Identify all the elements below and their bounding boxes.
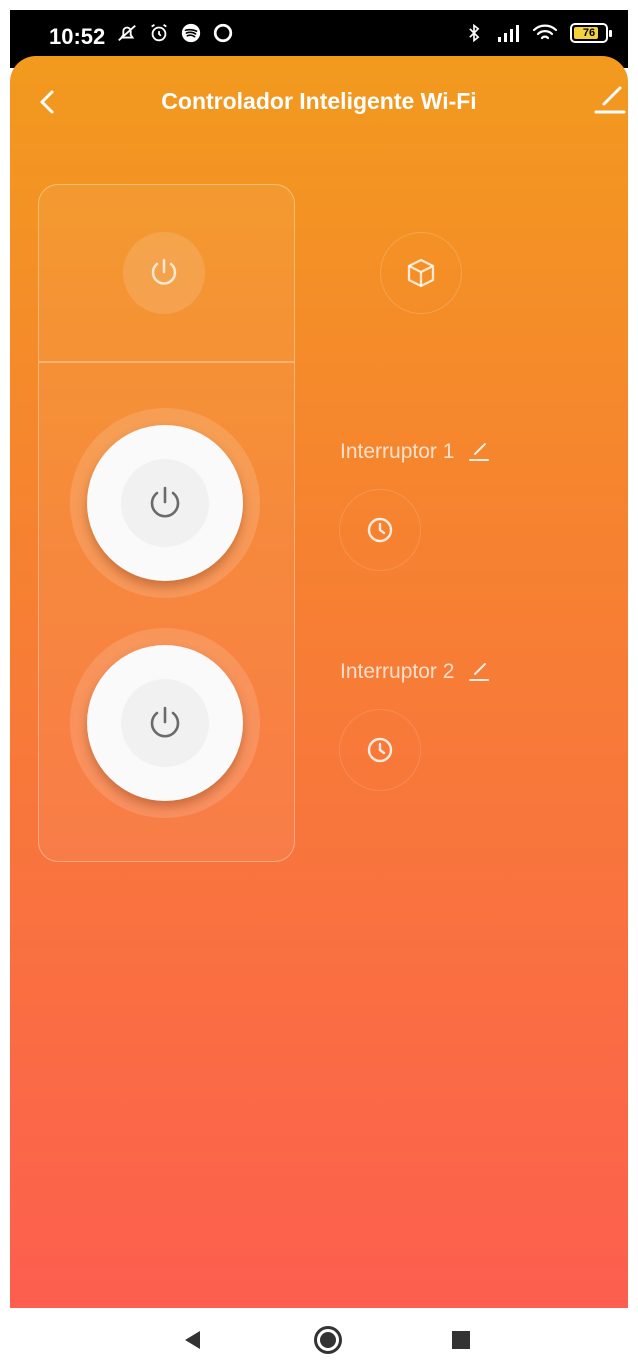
status-right-icons: 76 bbox=[464, 22, 612, 44]
status-time: 10:52 bbox=[49, 24, 106, 49]
home-circle-icon[interactable] bbox=[314, 1326, 342, 1354]
bluetooth-icon bbox=[469, 23, 480, 43]
switch-2-label: Interruptor 2 bbox=[340, 660, 455, 683]
battery-icon: 76 bbox=[570, 23, 612, 43]
scene-button[interactable] bbox=[380, 232, 462, 314]
signal-icon bbox=[498, 25, 519, 42]
back-triangle-icon[interactable] bbox=[185, 1331, 200, 1349]
switch-1-timer-button[interactable] bbox=[339, 489, 421, 571]
power-icon bbox=[150, 706, 180, 738]
notifications-off-icon bbox=[118, 24, 136, 42]
clock-icon bbox=[367, 517, 393, 543]
clock-icon bbox=[367, 737, 393, 763]
switch-1-label: Interruptor 1 bbox=[340, 440, 455, 463]
status-left-icons bbox=[116, 22, 234, 44]
switch-2-label-row: Interruptor 2 bbox=[340, 660, 490, 684]
battery-level: 76 bbox=[582, 27, 596, 39]
alarm-icon bbox=[151, 23, 167, 42]
cube-icon bbox=[407, 258, 435, 288]
switch-2-timer-button[interactable] bbox=[339, 709, 421, 791]
switch-1-power-button[interactable] bbox=[87, 425, 243, 581]
switch-1-label-row: Interruptor 1 bbox=[340, 440, 490, 464]
switch-2-power-button[interactable] bbox=[87, 645, 243, 801]
switch-2-ring bbox=[70, 628, 260, 818]
page-title: Controlador Inteligente Wi-Fi bbox=[161, 88, 477, 114]
system-nav-bar bbox=[0, 1308, 638, 1363]
app-screen: Controlador Inteligente Wi-Fi Interrupto… bbox=[10, 56, 628, 1308]
pencil-icon[interactable] bbox=[468, 441, 490, 463]
pencil-icon[interactable] bbox=[468, 661, 490, 683]
all-power-button[interactable] bbox=[123, 232, 205, 314]
spotify-icon bbox=[181, 23, 201, 43]
power-icon bbox=[150, 486, 180, 518]
circle-app-icon bbox=[213, 23, 233, 43]
power-icon bbox=[151, 258, 177, 285]
wifi-icon bbox=[532, 24, 558, 40]
recents-square-icon[interactable] bbox=[452, 1331, 470, 1349]
edit-device-button[interactable] bbox=[592, 82, 628, 118]
panel-divider bbox=[39, 361, 294, 363]
header: Controlador Inteligente Wi-Fi bbox=[10, 56, 628, 148]
pencil-icon bbox=[594, 86, 626, 114]
switch-1-ring bbox=[70, 408, 260, 598]
